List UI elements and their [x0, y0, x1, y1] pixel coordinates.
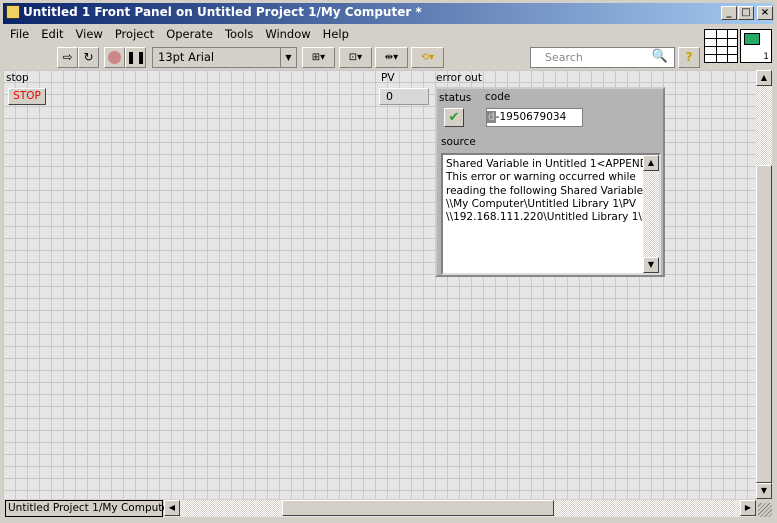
error-out-cluster: status ✔ code d-1950679034 source Shared…	[435, 87, 665, 277]
font-dropdown[interactable]: 13pt Arial ▼	[152, 47, 297, 68]
source-text: Shared Variable in Untitled 1<APPEND> Th…	[441, 153, 661, 275]
menu-bar: File Edit View Project Operate Tools Win…	[4, 24, 355, 44]
scroll-right-icon[interactable]: ▶	[740, 500, 756, 516]
resize-grip-icon[interactable]	[758, 503, 772, 517]
menu-window[interactable]: Window	[259, 24, 316, 44]
stop-button[interactable]: STOP	[8, 88, 46, 105]
font-value: 13pt Arial	[158, 50, 215, 64]
vi-icon-number: 1	[763, 52, 769, 62]
window-title: Untitled 1 Front Panel on Untitled Proje…	[23, 5, 422, 19]
status-label: status	[439, 92, 472, 104]
menu-view[interactable]: View	[70, 24, 109, 44]
menu-file[interactable]: File	[4, 24, 35, 44]
help-icon[interactable]: ?	[678, 47, 700, 68]
scroll-down-icon[interactable]: ▼	[756, 483, 772, 499]
radix-indicator: d	[487, 111, 496, 123]
maximize-button[interactable]: □	[738, 6, 754, 20]
labview-app-icon	[6, 5, 20, 19]
menu-edit[interactable]: Edit	[35, 24, 69, 44]
vi-icon[interactable]: 1	[740, 29, 772, 63]
menu-operate[interactable]: Operate	[160, 24, 219, 44]
front-panel[interactable]: stop STOP PV 0 error out status ✔ code d…	[3, 70, 756, 499]
vertical-scroll-thumb[interactable]	[756, 165, 772, 483]
search-icon[interactable]: 🔍	[652, 49, 668, 64]
connector-pane-icon[interactable]	[704, 29, 738, 63]
menu-tools[interactable]: Tools	[219, 24, 259, 44]
scroll-up-icon[interactable]: ▲	[756, 70, 772, 86]
reorder-icon[interactable]: ⟲▾	[411, 47, 444, 68]
menu-help[interactable]: Help	[317, 24, 355, 44]
vertical-scrollbar[interactable]: ▲ ▼	[756, 70, 772, 499]
horizontal-scrollbar[interactable]: ◀ ▶	[164, 500, 756, 517]
pv-label: PV	[381, 72, 395, 84]
stop-label: stop	[6, 72, 29, 84]
source-label: source	[441, 136, 476, 148]
abort-icon[interactable]	[104, 47, 125, 68]
search-input[interactable]: Search 🔍	[530, 47, 675, 68]
help-glyph: ?	[685, 50, 693, 64]
menu-project[interactable]: Project	[109, 24, 160, 44]
code-indicator: d-1950679034	[486, 108, 583, 127]
code-value: -1950679034	[495, 111, 567, 123]
scroll-down-icon[interactable]: ▼	[643, 257, 659, 273]
code-label: code	[485, 91, 511, 103]
run-continuously-icon[interactable]: ↻	[78, 47, 99, 68]
pause-icon[interactable]: ❚❚	[125, 47, 146, 68]
horizontal-scroll-thumb[interactable]	[282, 500, 554, 516]
run-arrow-icon[interactable]: ⇨	[57, 47, 78, 68]
source-scrollbar[interactable]: ▲ ▼	[643, 155, 659, 273]
align-objects-icon[interactable]: ⊞▾	[302, 47, 335, 68]
close-button[interactable]: ×	[757, 6, 773, 20]
context-indicator: Untitled Project 1/My Computer	[5, 500, 173, 517]
pv-indicator: 0	[379, 88, 429, 105]
resize-objects-icon[interactable]: ⇹▾	[375, 47, 408, 68]
search-placeholder: Search	[545, 51, 583, 64]
chevron-down-icon: ▼	[280, 48, 296, 67]
scroll-left-icon[interactable]: ◀	[164, 500, 180, 516]
title-bar: Untitled 1 Front Panel on Untitled Proje…	[0, 0, 777, 24]
minimize-button[interactable]: _	[721, 6, 737, 20]
distribute-objects-icon[interactable]: ⊡▾	[339, 47, 372, 68]
status-check-icon: ✔	[444, 108, 464, 127]
error-out-label: error out	[436, 72, 482, 84]
scroll-up-icon[interactable]: ▲	[643, 155, 659, 171]
